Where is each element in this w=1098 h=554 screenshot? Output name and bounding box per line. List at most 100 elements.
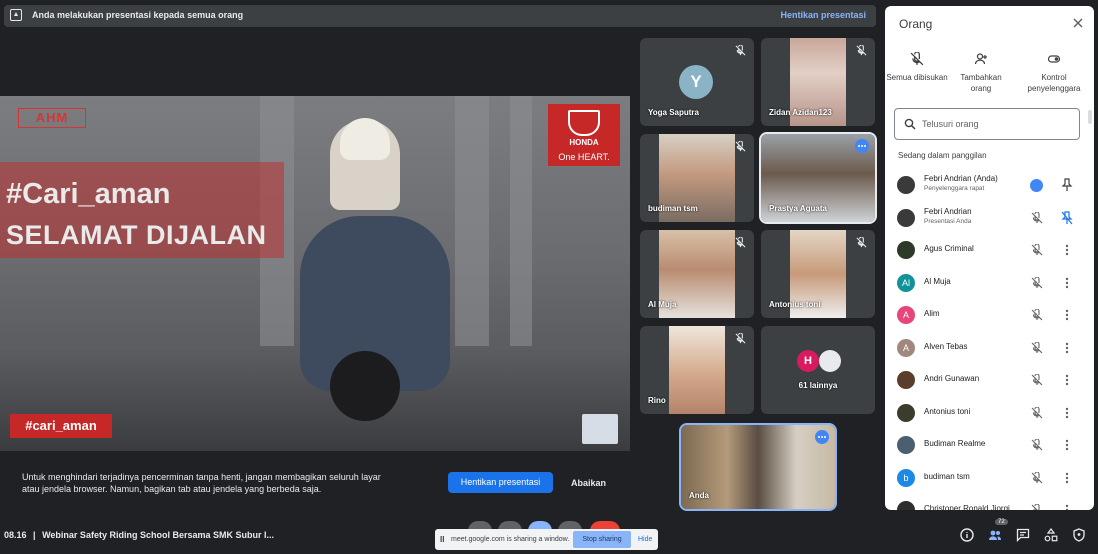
pin-icon[interactable] (1061, 178, 1073, 192)
participant-name: Prastya Aguata (769, 204, 827, 213)
info-icon[interactable] (960, 528, 974, 542)
search-people-field[interactable]: Telusuri orang (894, 108, 1080, 140)
close-icon[interactable] (1072, 17, 1084, 29)
more-vert-icon[interactable] (1061, 276, 1073, 290)
participant-name: Al Muja (924, 276, 951, 286)
more-participants-tile[interactable]: H 61 lainnya (761, 326, 875, 414)
participant-name: Agus Criminal (924, 244, 974, 253)
scrollbar[interactable] (1088, 110, 1092, 124)
stop-presenting-link[interactable]: Hentikan presentasi (780, 10, 866, 20)
participant-row[interactable]: Antonius toni (885, 397, 1094, 429)
more-options-icon[interactable] (855, 139, 869, 153)
honda-logo: HONDA One HEART. (548, 104, 620, 166)
pin-icon[interactable] (1061, 210, 1073, 225)
avatar (897, 241, 915, 259)
people-icon[interactable] (988, 528, 1002, 542)
participant-row[interactable]: Agus Criminal (885, 234, 1094, 266)
host-controls-action[interactable]: Kontrol penyelenggara (1022, 52, 1086, 94)
mic-off-icon (910, 52, 924, 66)
more-options-icon[interactable] (1030, 179, 1043, 192)
mic-off-icon[interactable] (1031, 374, 1043, 386)
mic-off-icon[interactable] (1031, 471, 1043, 484)
stop-sharing-button[interactable]: Stop sharing (573, 531, 631, 548)
self-tile[interactable]: Anda (681, 425, 835, 509)
participant-tile[interactable]: Rino (640, 326, 754, 414)
participant-name: Alim (924, 309, 940, 318)
more-vert-icon[interactable] (1061, 308, 1073, 322)
participant-row[interactable]: A Alim (885, 299, 1094, 331)
people-count-badge: 72 (995, 519, 1008, 525)
presenting-bar: Anda melakukan presentasi kepada semua o… (4, 5, 876, 27)
helmet-image (340, 118, 390, 160)
participant-tile[interactable]: Prastya Aguata (761, 134, 875, 222)
toggle-icon (1047, 55, 1061, 63)
mic-off-icon (735, 45, 746, 56)
participant-tile[interactable]: Antonius toni (761, 230, 875, 318)
participant-tile[interactable]: Y Yoga Saputra (640, 38, 754, 126)
meeting-info: 08.16 | Webinar Safety Riding School Ber… (4, 530, 274, 540)
avatar (819, 350, 841, 372)
cari-aman-badge: #cari_aman (10, 414, 112, 438)
headline-hashtag: #Cari_aman (6, 178, 171, 210)
more-vert-icon[interactable] (1061, 341, 1073, 355)
more-vert-icon[interactable] (1061, 438, 1073, 452)
chat-icon[interactable] (1016, 528, 1030, 542)
participant-row[interactable]: Febri Andrian Presentasi Anda (885, 202, 1094, 234)
more-vert-icon[interactable] (1061, 406, 1073, 420)
sharing-text: meet.google.com is sharing a window. (451, 536, 570, 543)
shared-screen: AHM HONDA One HEART. #Cari_aman SELAMAT … (0, 96, 630, 451)
mic-off-icon[interactable] (1031, 211, 1043, 224)
participant-name: Zidan Azidan123 (769, 108, 832, 117)
participant-row[interactable]: Budiman Realme (885, 429, 1094, 461)
avatar: A (897, 306, 915, 324)
meeting-time: 08.16 (4, 530, 27, 540)
action-label: Tambahkan orang (960, 73, 1002, 93)
add-people-action[interactable]: Tambahkan orang (949, 52, 1013, 94)
more-options-icon[interactable] (815, 430, 829, 444)
meeting-title: Webinar Safety Riding School Bersama SMK… (42, 530, 274, 540)
ignore-button[interactable]: Abaikan (571, 478, 606, 488)
mic-off-icon[interactable] (1031, 276, 1043, 289)
mic-off-icon[interactable] (1031, 504, 1043, 510)
participant-row[interactable]: Christoper Ronald Jiorgi (885, 494, 1094, 510)
participant-name: Christoper Ronald Jiorgi (924, 504, 1010, 510)
mic-off-icon[interactable] (1031, 439, 1043, 451)
mic-off-icon[interactable] (1031, 244, 1043, 256)
participant-name: Al Muja (648, 300, 677, 309)
participant-tile[interactable]: Al Muja (640, 230, 754, 318)
activities-icon[interactable] (1044, 528, 1058, 542)
presenting-message: Anda melakukan presentasi kepada semua o… (32, 10, 244, 20)
avatar (897, 176, 915, 194)
participant-row[interactable]: Al Al Muja (885, 267, 1094, 299)
participant-row[interactable]: Febri Andrian (Anda) Penyelenggara rapat (885, 169, 1094, 201)
search-placeholder: Telusuri orang (922, 119, 979, 129)
mic-off-icon[interactable] (1031, 309, 1043, 321)
participant-tile[interactable]: budiman tsm (640, 134, 754, 222)
shield-icon[interactable] (1072, 528, 1086, 542)
mute-all-action[interactable]: Semua dibisukan (885, 52, 949, 83)
ahm-logo: AHM (18, 108, 86, 128)
more-participants-label: 61 lainnya (798, 381, 838, 390)
action-label: Kontrol penyelenggara (1027, 73, 1081, 93)
pause-sharing-icon[interactable]: II (440, 535, 444, 544)
avatar: H (797, 350, 819, 372)
participant-row[interactable]: b budiman tsm (885, 462, 1094, 494)
mic-off-icon[interactable] (1031, 341, 1043, 354)
avatar (897, 371, 915, 389)
stop-presenting-button[interactable]: Hentikan presentasi (448, 472, 553, 493)
participant-name: Alven Tebas (924, 341, 968, 351)
more-vert-icon[interactable] (1061, 471, 1073, 485)
more-vert-icon[interactable] (1061, 503, 1073, 510)
avatar (897, 403, 915, 422)
participant-tile[interactable]: Zidan Azidan123 (761, 38, 875, 126)
participant-row[interactable]: A Alven Tebas (885, 332, 1094, 364)
more-vert-icon[interactable] (1061, 243, 1073, 257)
participant-name: Andri Gunawan (924, 374, 980, 383)
participant-role: Penyelenggara rapat (924, 185, 985, 192)
participant-name: Anda (689, 491, 709, 500)
participant-row[interactable]: Andri Gunawan (885, 364, 1094, 396)
participant-name: Budiman Realme (924, 439, 986, 448)
mic-off-icon[interactable] (1031, 406, 1043, 419)
hide-button[interactable]: Hide (638, 536, 652, 543)
more-vert-icon[interactable] (1061, 373, 1073, 387)
